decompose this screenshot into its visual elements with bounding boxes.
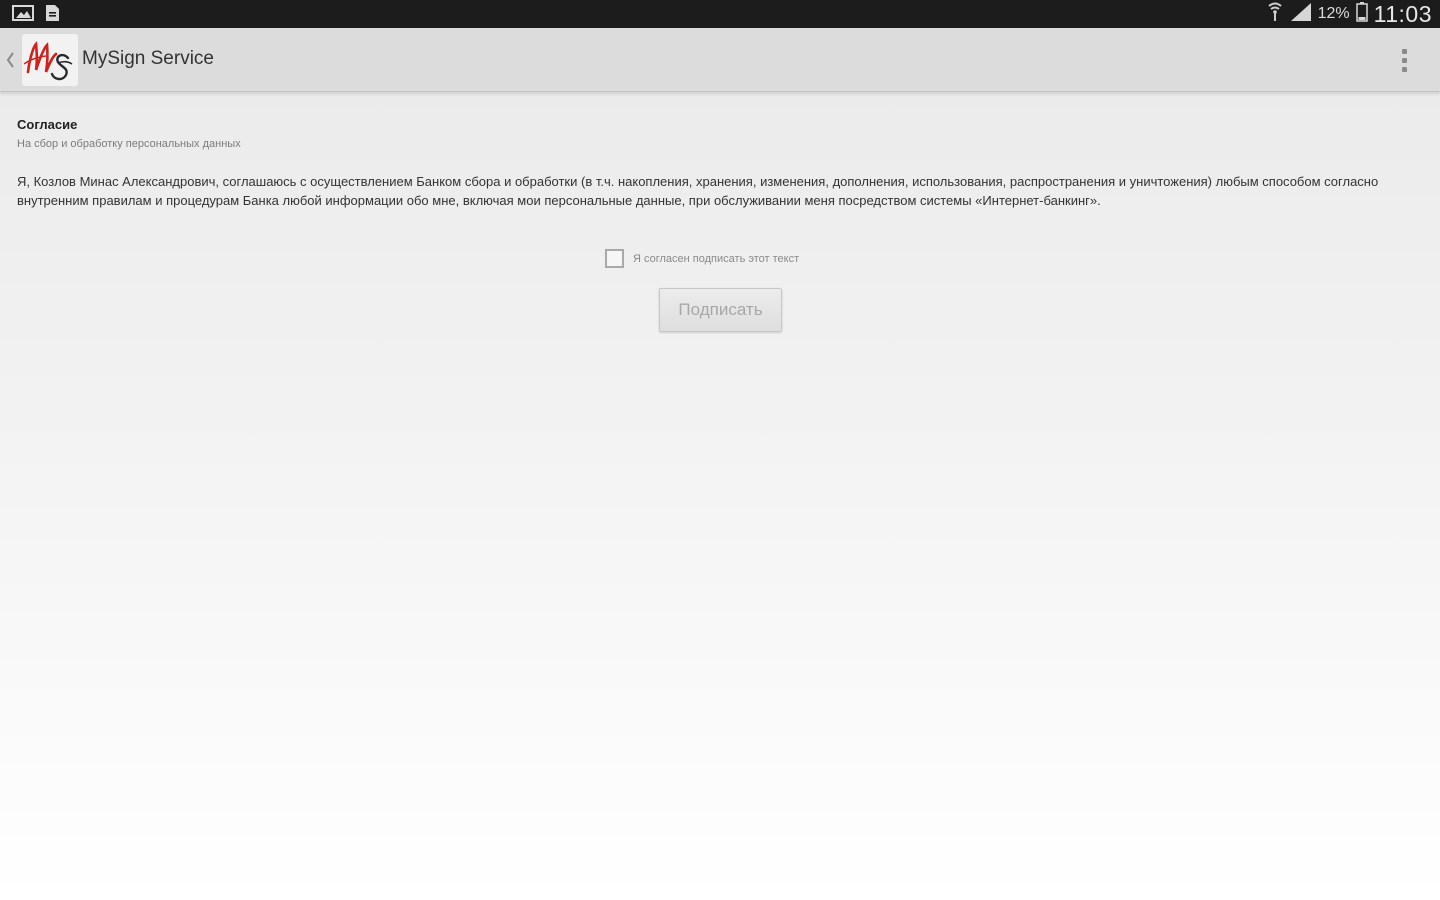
agree-checkbox[interactable] <box>605 249 624 268</box>
overflow-dot <box>1401 66 1407 72</box>
status-bar-left <box>12 4 62 27</box>
overflow-dot <box>1401 57 1407 63</box>
mysign-logo[interactable] <box>22 34 78 86</box>
sign-button[interactable]: Подписать <box>659 288 782 332</box>
overflow-dot <box>1401 48 1407 54</box>
agree-checkbox-row[interactable]: Я согласен подписать этот текст <box>605 249 799 268</box>
clock: 11:03 <box>1373 0 1432 27</box>
action-bar: MySign Service <box>0 28 1440 92</box>
agree-checkbox-label[interactable]: Я согласен подписать этот текст <box>633 253 799 265</box>
chevron-left-icon[interactable] <box>4 48 16 72</box>
consent-section: Согласие На сбор и обработку персональны… <box>17 117 1407 210</box>
status-bar: 12% 11:03 <box>0 0 1440 28</box>
status-bar-right: 12% 11:03 <box>1266 0 1432 28</box>
app-title: MySign Service <box>82 48 214 69</box>
gallery-icon <box>12 4 34 27</box>
overflow-menu-icon[interactable] <box>1388 44 1420 76</box>
signal-icon <box>1290 2 1312 27</box>
document-icon <box>44 4 62 27</box>
consent-subtitle: На сбор и обработку персональных данных <box>17 138 241 150</box>
battery-percent: 12% <box>1317 5 1350 22</box>
battery-icon <box>1355 1 1368 27</box>
wifi-icon <box>1266 2 1284 27</box>
consent-body-text: Я, Козлов Минас Александрович, соглашаюс… <box>17 174 1379 208</box>
consent-title: Согласие <box>17 117 78 132</box>
